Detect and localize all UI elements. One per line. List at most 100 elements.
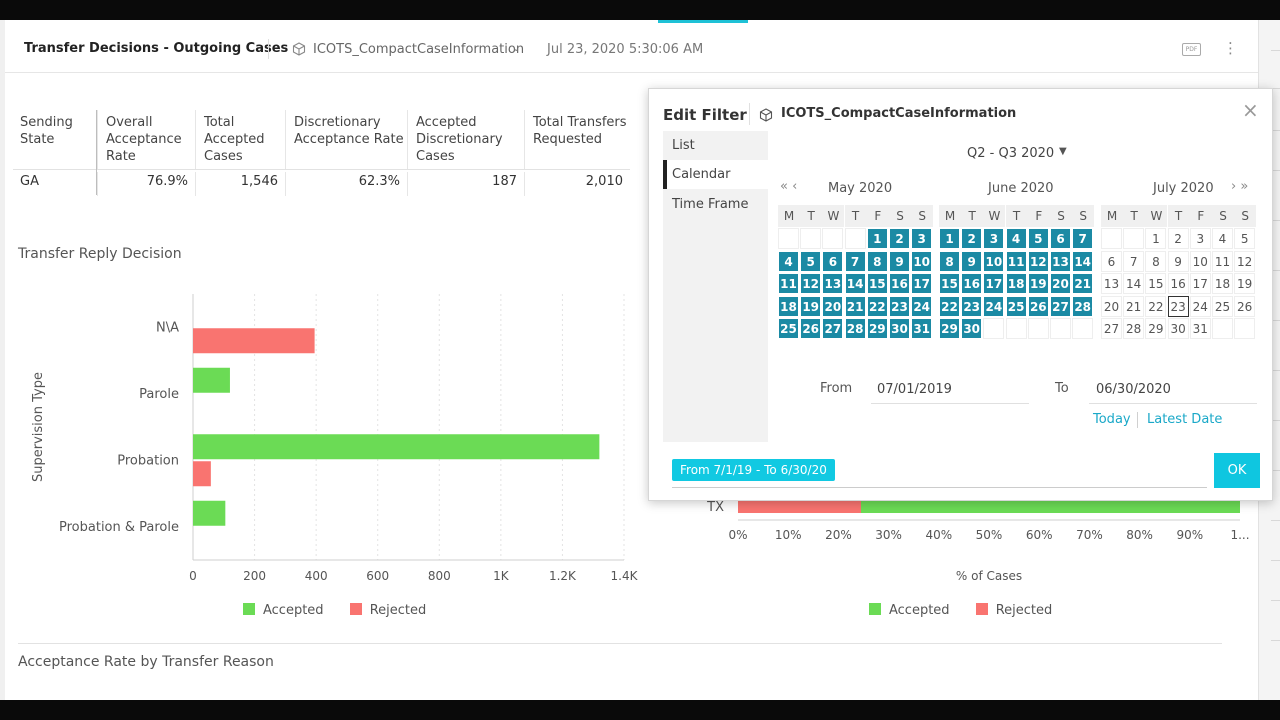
chevron-down-icon[interactable]: ⌄ xyxy=(512,43,520,54)
calendar-day[interactable]: 29 xyxy=(866,318,888,340)
calendar-day[interactable]: 10 xyxy=(983,250,1005,272)
calendar-day[interactable]: 18 xyxy=(1005,273,1027,295)
calendar-day[interactable]: 25 xyxy=(1212,295,1233,317)
calendar-day[interactable]: 25 xyxy=(778,318,799,340)
range-selector[interactable]: Q2 - Q3 2020 xyxy=(967,146,1054,161)
table-header-cell[interactable]: Discretionary Acceptance Rate xyxy=(285,110,407,170)
calendar-day[interactable]: 15 xyxy=(1145,273,1167,295)
calendar-day[interactable]: 22 xyxy=(866,295,888,317)
calendar-day[interactable]: 11 xyxy=(1005,250,1027,272)
calendar-day[interactable]: 26 xyxy=(1234,295,1256,317)
calendar-day[interactable]: 30 xyxy=(889,318,910,340)
calendar-day[interactable]: 20 xyxy=(822,295,844,317)
calendar-day[interactable]: 31 xyxy=(911,318,933,340)
calendar-day[interactable]: 20 xyxy=(1050,273,1071,295)
calendar-day[interactable]: 15 xyxy=(866,273,888,295)
selected-filter-bar[interactable]: From 7/1/19 - To 6/30/20 xyxy=(672,453,1207,488)
calendar-day[interactable]: 18 xyxy=(1212,273,1233,295)
calendar-day[interactable]: 11 xyxy=(1212,250,1233,272)
next-month-icon[interactable]: › » xyxy=(1231,179,1248,194)
table-header-cell[interactable]: Total Accepted Cases xyxy=(195,110,285,170)
to-date-input[interactable]: 06/30/2020 xyxy=(1096,382,1171,397)
calendar-day[interactable]: 28 xyxy=(1072,295,1094,317)
calendar-day[interactable]: 28 xyxy=(844,318,866,340)
calendar-day[interactable]: 3 xyxy=(1189,228,1211,249)
calendar-day[interactable]: 24 xyxy=(1189,295,1211,317)
latest-date-link[interactable]: Latest Date xyxy=(1147,412,1222,427)
calendar-day[interactable]: 14 xyxy=(1072,250,1094,272)
calendar-day[interactable]: 7 xyxy=(1123,250,1145,272)
calendar-day[interactable]: 23 xyxy=(1167,295,1189,317)
close-icon[interactable]: × xyxy=(1242,100,1259,120)
calendar-day[interactable]: 2 xyxy=(889,228,910,249)
calendar-day[interactable]: 16 xyxy=(1167,273,1189,295)
calendar-day[interactable]: 22 xyxy=(939,295,960,317)
calendar-day[interactable]: 19 xyxy=(1234,273,1256,295)
acceptance-percent-legend[interactable]: Accepted Rejected xyxy=(869,603,1074,618)
calendar-day[interactable]: 28 xyxy=(1123,318,1145,340)
calendar-day[interactable]: 1 xyxy=(866,228,888,249)
calendar-day[interactable]: 13 xyxy=(1101,273,1122,295)
calendar-day[interactable]: 29 xyxy=(1145,318,1167,340)
calendar-day[interactable]: 23 xyxy=(961,295,983,317)
calendar-day[interactable]: 27 xyxy=(1101,318,1122,340)
calendar-day[interactable]: 18 xyxy=(778,295,799,317)
calendar-day[interactable]: 25 xyxy=(1005,295,1027,317)
calendar-day[interactable]: 8 xyxy=(1145,250,1167,272)
table-header-cell[interactable]: Total Transfers Requested xyxy=(524,110,630,170)
calendar-day[interactable]: 5 xyxy=(800,250,822,272)
calendar-day[interactable]: 30 xyxy=(961,318,983,340)
calendar-day[interactable]: 2 xyxy=(961,228,983,249)
calendar-day[interactable]: 21 xyxy=(1123,295,1145,317)
previous-month-icon[interactable]: « ‹ xyxy=(780,179,797,194)
table-header-cell[interactable]: Accepted Discretionary Cases xyxy=(407,110,524,170)
calendar-day[interactable]: 5 xyxy=(1234,228,1256,249)
calendar-day[interactable]: 27 xyxy=(822,318,844,340)
calendar-day[interactable]: 17 xyxy=(911,273,933,295)
calendar-day[interactable]: 31 xyxy=(1189,318,1211,340)
calendar-day[interactable]: 14 xyxy=(844,273,866,295)
calendar-day[interactable]: 24 xyxy=(911,295,933,317)
calendar-day[interactable]: 12 xyxy=(1027,250,1049,272)
calendar-day[interactable]: 24 xyxy=(983,295,1005,317)
table-header-cell[interactable]: Sending State xyxy=(13,110,96,170)
calendar-day[interactable]: 21 xyxy=(1072,273,1094,295)
calendar-day[interactable]: 1 xyxy=(939,228,960,249)
calendar-day[interactable]: 27 xyxy=(1050,295,1071,317)
pdf-icon[interactable]: PDF xyxy=(1182,43,1201,56)
calendar-day[interactable]: 3 xyxy=(911,228,933,249)
legend-rejected[interactable]: Rejected xyxy=(975,603,1052,618)
from-date-input[interactable]: 07/01/2019 xyxy=(877,382,952,397)
calendar-day[interactable]: 6 xyxy=(1050,228,1071,249)
calendar-day[interactable]: 12 xyxy=(1234,250,1256,272)
calendar-day[interactable]: 7 xyxy=(1072,228,1094,249)
calendar-day[interactable]: 26 xyxy=(1027,295,1049,317)
legend-accepted[interactable]: Accepted xyxy=(243,603,324,618)
calendar-day[interactable]: 19 xyxy=(1027,273,1049,295)
calendar-day[interactable]: 9 xyxy=(961,250,983,272)
calendar-day[interactable]: 1 xyxy=(1145,228,1167,249)
calendar-day[interactable]: 10 xyxy=(911,250,933,272)
calendar-day[interactable]: 14 xyxy=(1123,273,1145,295)
calendar-day[interactable]: 22 xyxy=(1145,295,1167,317)
tab-list[interactable]: List xyxy=(663,131,768,160)
table-header-cell[interactable]: Overall Acceptance Rate xyxy=(97,110,195,170)
calendar-day[interactable]: 8 xyxy=(939,250,960,272)
calendar-day[interactable]: 3 xyxy=(983,228,1005,249)
calendar-day[interactable]: 13 xyxy=(1050,250,1071,272)
calendar-day[interactable]: 2 xyxy=(1167,228,1189,249)
legend-accepted[interactable]: Accepted xyxy=(869,603,950,618)
calendar-day[interactable]: 8 xyxy=(866,250,888,272)
calendar-day[interactable]: 17 xyxy=(983,273,1005,295)
calendar-day[interactable]: 17 xyxy=(1189,273,1211,295)
reply-decision-legend[interactable]: Accepted Rejected xyxy=(243,603,448,618)
calendar-day[interactable]: 21 xyxy=(844,295,866,317)
legend-rejected[interactable]: Rejected xyxy=(349,603,426,618)
calendar-day[interactable]: 4 xyxy=(1212,228,1233,249)
calendar-day[interactable]: 9 xyxy=(1167,250,1189,272)
date-range-chip[interactable]: From 7/1/19 - To 6/30/20 xyxy=(672,459,835,481)
calendar-day[interactable]: 10 xyxy=(1189,250,1211,272)
calendar-day[interactable]: 9 xyxy=(889,250,910,272)
calendar-day[interactable]: 30 xyxy=(1167,318,1189,340)
ok-button[interactable]: OK xyxy=(1214,453,1260,488)
